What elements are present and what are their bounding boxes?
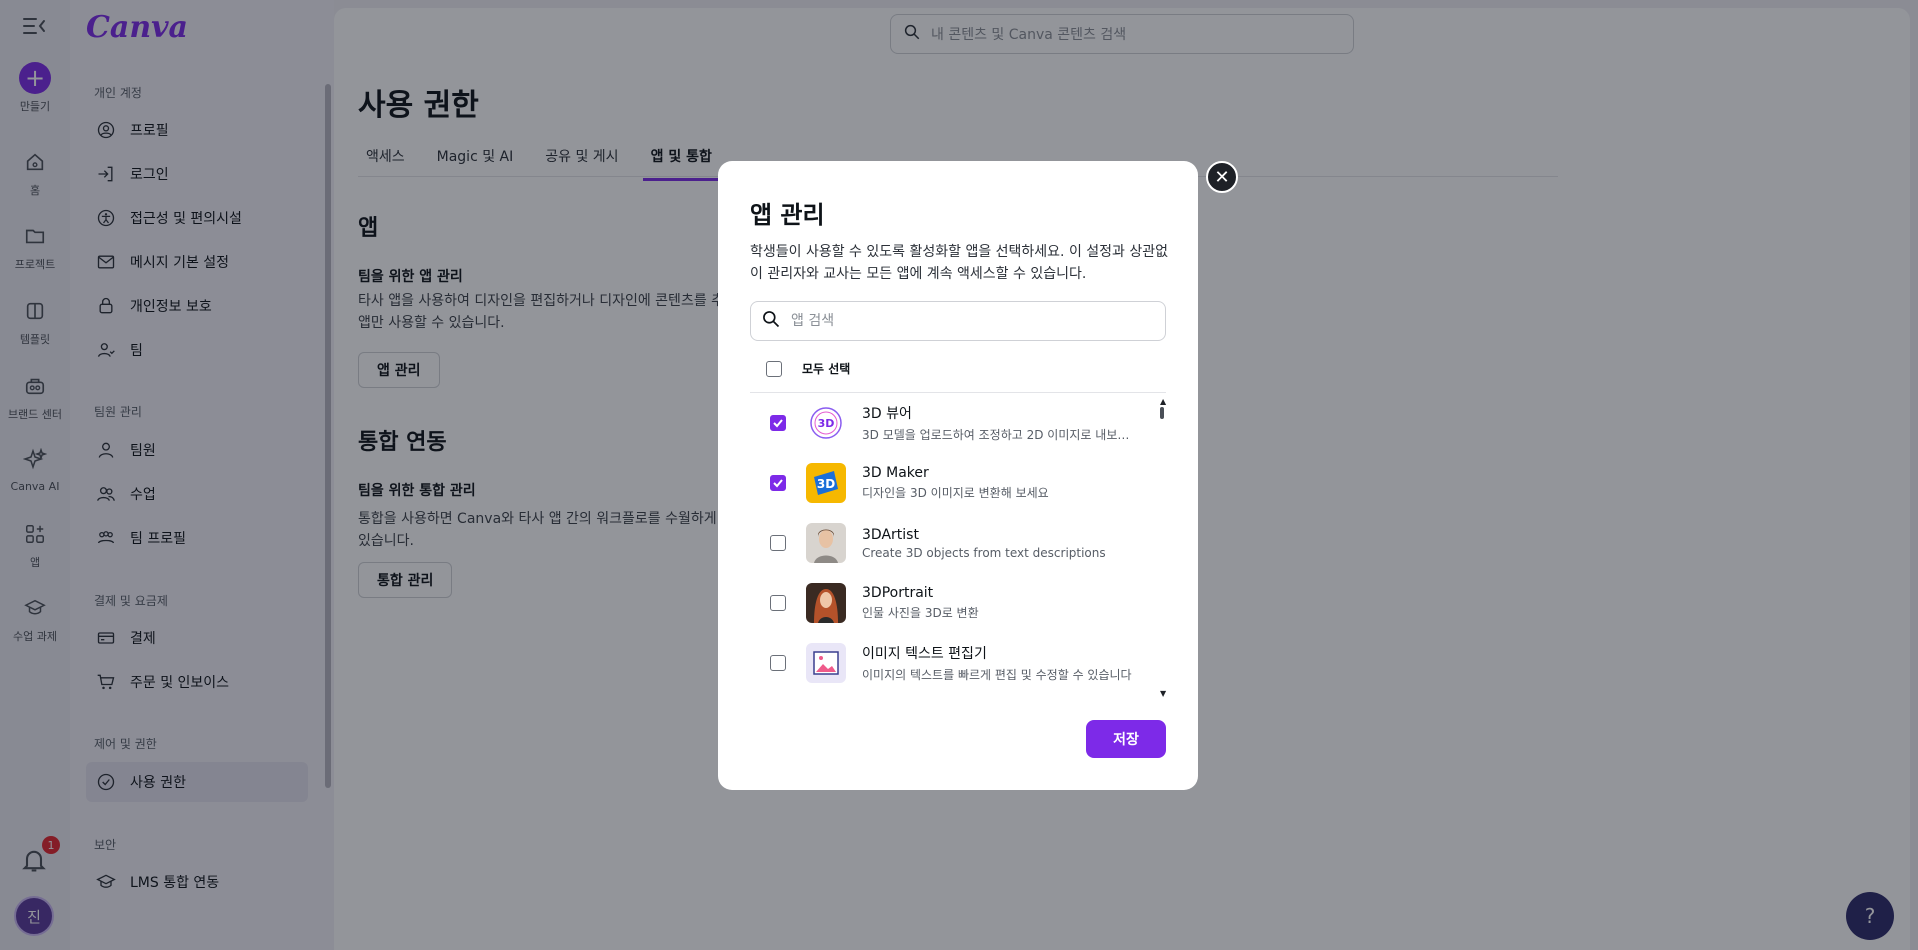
list-item[interactable]: 3D 3D 뷰어 3D 모델을 업로드하여 조정하고 2D 이미지로 내보내..… xyxy=(750,393,1150,453)
modal-title: 앱 관리 xyxy=(750,201,825,229)
app-description: 디자인을 3D 이미지로 변환해 보세요 xyxy=(862,486,1049,500)
svg-text:3D: 3D xyxy=(818,417,835,430)
search-icon xyxy=(761,309,781,333)
list-item[interactable]: 3DArtist Create 3D objects from text des… xyxy=(750,513,1150,573)
app-description: 3D 모델을 업로드하여 조정하고 2D 이미지로 내보내... xyxy=(862,428,1132,442)
list-scrollbar-thumb[interactable] xyxy=(1160,407,1164,419)
select-all-checkbox[interactable] xyxy=(766,360,782,377)
save-button[interactable]: 저장 xyxy=(1086,720,1166,758)
app-description: 인물 사진을 3D로 변환 xyxy=(862,606,979,620)
app-name: 이미지 텍스트 편집기 xyxy=(862,646,987,662)
select-all-row[interactable]: 모두 선택 xyxy=(766,360,850,377)
3d-viewer-icon: 3D xyxy=(806,403,846,443)
select-all-label: 모두 선택 xyxy=(802,362,851,376)
svg-text:3D: 3D xyxy=(817,477,835,491)
app-search-field[interactable] xyxy=(750,301,1166,341)
app-checkbox[interactable] xyxy=(770,655,786,671)
app-name: 3D Maker xyxy=(862,465,929,481)
scroll-up-arrow-icon[interactable]: ▲ xyxy=(1160,397,1166,406)
app-name: 3D 뷰어 xyxy=(862,406,912,422)
image-text-editor-icon xyxy=(806,643,846,683)
list-item[interactable]: 이미지 텍스트 편집기 이미지의 텍스트를 빠르게 편집 및 수정할 수 있습니… xyxy=(750,633,1150,693)
scroll-down-arrow-icon[interactable]: ▼ xyxy=(1160,689,1166,698)
app-name: 3DPortrait xyxy=(862,585,934,601)
list-item[interactable]: 3D 3D Maker 디자인을 3D 이미지로 변환해 보세요 xyxy=(750,453,1150,513)
3dportrait-icon xyxy=(806,583,846,623)
app-checkbox-checked[interactable] xyxy=(770,415,786,431)
list-item[interactable]: 3DPortrait 인물 사진을 3D로 변환 xyxy=(750,573,1150,633)
app-checkbox[interactable] xyxy=(770,535,786,551)
close-icon[interactable]: ✕ xyxy=(1206,161,1238,193)
app-description: 이미지의 텍스트를 빠르게 편집 및 수정할 수 있습니다 xyxy=(862,668,1132,682)
app-search-input[interactable] xyxy=(791,313,1151,329)
app-name: 3DArtist xyxy=(862,526,919,543)
3d-maker-icon: 3D xyxy=(806,463,846,503)
modal-description: 학생들이 사용할 수 있도록 활성화할 앱을 선택하세요. 이 설정과 상관없이… xyxy=(750,244,1169,282)
app-checkbox-checked[interactable] xyxy=(770,475,786,491)
app-checkbox[interactable] xyxy=(770,595,786,611)
3dartist-portrait-icon xyxy=(806,523,846,563)
manage-apps-modal: 앱 관리 학생들이 사용할 수 있도록 활성화할 앱을 선택하세요. 이 설정과… xyxy=(718,161,1198,790)
app-description: Create 3D objects from text descriptions xyxy=(862,545,1106,560)
app-list[interactable]: 3D 3D 뷰어 3D 모델을 업로드하여 조정하고 2D 이미지로 내보내..… xyxy=(750,393,1166,697)
